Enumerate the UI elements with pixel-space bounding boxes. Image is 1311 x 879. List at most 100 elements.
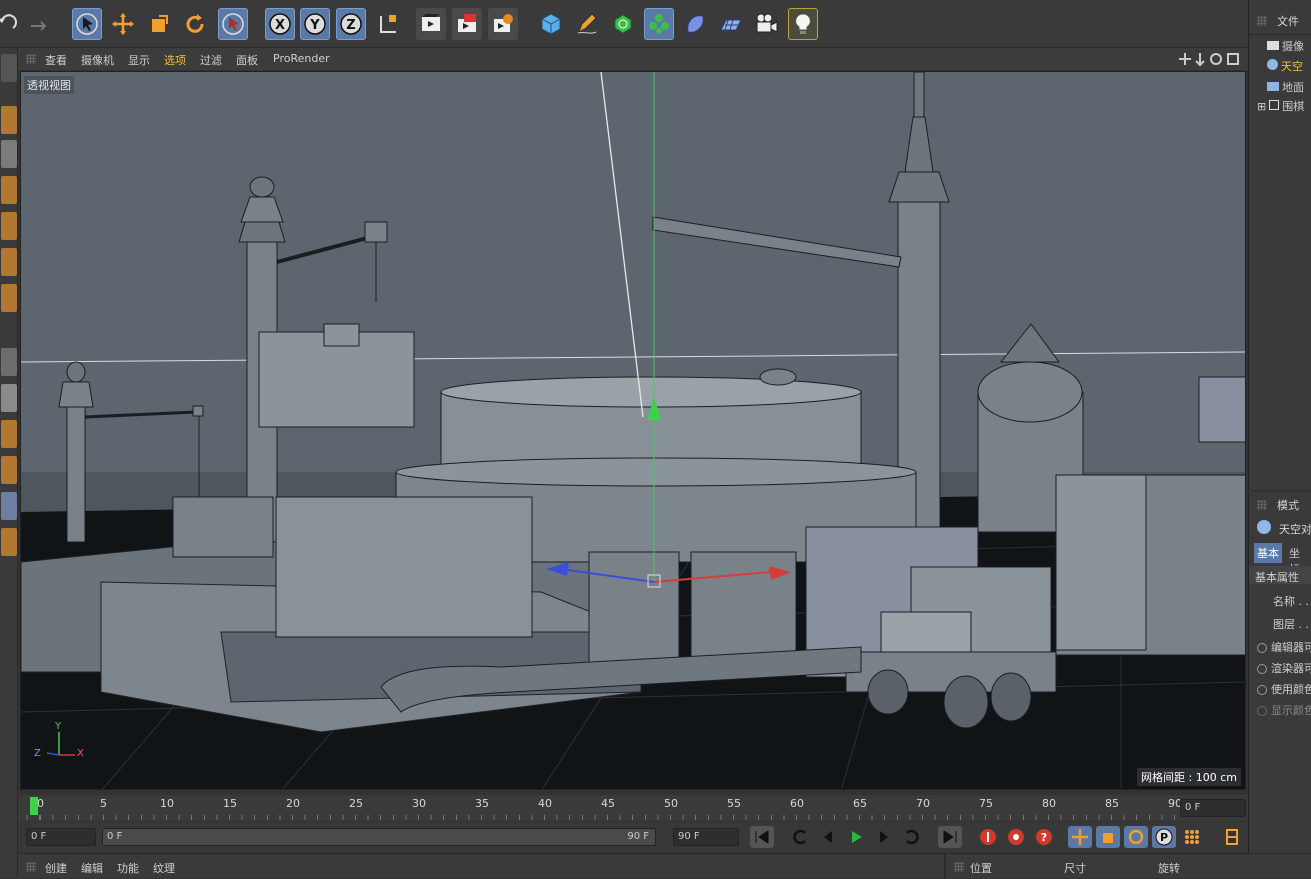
svg-text:X: X — [275, 18, 285, 33]
go-to-start-icon[interactable] — [750, 826, 774, 848]
mode-grip-icon[interactable] — [1, 54, 17, 82]
timeline-tick-label: 50 — [664, 797, 678, 810]
radio-icon[interactable] — [1257, 706, 1267, 716]
move-icon[interactable] — [108, 8, 138, 40]
render-view-icon[interactable] — [416, 8, 446, 40]
record-keys-icon[interactable] — [976, 826, 1000, 848]
current-frame-field[interactable]: 0 F — [1180, 799, 1246, 817]
camera-icon — [1267, 41, 1279, 50]
perspective-viewport[interactable]: Y Z X 透视视图 网格间距 : 100 cm — [20, 71, 1246, 790]
radio-icon[interactable] — [1257, 685, 1267, 695]
radio-icon[interactable] — [1257, 643, 1267, 653]
live-select-icon[interactable] — [72, 8, 102, 40]
menu-panel[interactable]: 面板 — [236, 52, 258, 68]
menu-create[interactable]: 创建 — [45, 860, 67, 876]
object-row-group[interactable]: ⊞ 围棋 — [1257, 98, 1304, 114]
texture-mode-icon[interactable] — [1, 140, 17, 168]
menu-view[interactable]: 查看 — [45, 52, 67, 68]
quantize-icon[interactable] — [1, 528, 17, 556]
next-key-icon[interactable] — [900, 826, 924, 848]
menu-edit[interactable]: 编辑 — [81, 860, 103, 876]
key-rotation-icon[interactable] — [1124, 826, 1148, 848]
workplane-icon[interactable] — [1, 420, 17, 448]
coord-rotation-header: 旋转 — [1158, 862, 1180, 875]
cube-icon[interactable] — [536, 8, 566, 40]
next-frame-icon[interactable] — [872, 826, 896, 848]
light-icon[interactable] — [788, 8, 818, 40]
edges-mode-icon[interactable] — [1, 212, 17, 240]
attr-editor-visible[interactable]: 编辑器可 — [1257, 639, 1311, 655]
keyframe-help-icon[interactable]: ? — [1032, 826, 1056, 848]
attr-name[interactable]: 名称 . . — [1273, 593, 1309, 609]
menu-camera[interactable]: 摄像机 — [81, 52, 114, 68]
axis-mode-icon[interactable] — [1, 284, 17, 312]
redo-icon[interactable] — [24, 8, 54, 40]
key-parameter-icon[interactable]: P — [1152, 826, 1176, 848]
render-settings-icon[interactable] — [488, 8, 518, 40]
timeline-tick-label: 75 — [979, 797, 993, 810]
timeline-ruler[interactable]: 0 5 10 15 20 25 30 35 40 45 50 55 60 65 70 75 80 85 90 0 F — [18, 795, 1248, 821]
x-axis-icon[interactable]: X — [265, 8, 295, 40]
menu-prorender[interactable]: ProRender — [273, 52, 330, 65]
points-mode-icon[interactable] — [1, 176, 17, 204]
object-row-floor[interactable]: 地面 — [1267, 79, 1304, 95]
z-axis-icon[interactable]: Z — [336, 8, 366, 40]
menu-options[interactable]: 选项 — [164, 52, 186, 68]
locked-workplane-icon[interactable] — [1, 456, 17, 484]
object-row-sky[interactable]: 天空 — [1267, 58, 1303, 74]
camera-icon[interactable] — [752, 8, 782, 40]
planar-workplane-icon[interactable] — [1, 492, 17, 520]
attr-display-color[interactable]: 显示颜色 — [1257, 702, 1311, 718]
cloner-icon[interactable] — [644, 8, 674, 40]
deformer-icon[interactable] — [680, 8, 710, 40]
key-pla-icon[interactable] — [1180, 826, 1204, 848]
grip-icon — [26, 862, 36, 872]
attr-render-visible[interactable]: 渲染器可 — [1257, 660, 1311, 676]
floor-icon[interactable] — [716, 8, 746, 40]
key-scale-icon[interactable] — [1096, 826, 1120, 848]
timeline-tick-label: 10 — [160, 797, 174, 810]
previous-frame-icon[interactable] — [816, 826, 840, 848]
snap-icon[interactable] — [1, 384, 17, 412]
object-row-camera[interactable]: 摄像 — [1267, 38, 1304, 54]
viewport-nav-icons[interactable] — [1178, 52, 1242, 66]
tab-basic[interactable]: 基本 — [1254, 543, 1282, 563]
menu-texture[interactable]: 纹理 — [153, 860, 175, 876]
coord-position-header: 位置 — [970, 862, 992, 875]
previous-key-icon[interactable] — [788, 826, 812, 848]
undo-icon[interactable] — [0, 8, 22, 40]
menu-file[interactable]: 文件 — [1277, 13, 1299, 29]
attr-use-color[interactable]: 使用颜色 — [1257, 681, 1311, 697]
menu-display[interactable]: 显示 — [128, 52, 150, 68]
coordinate-system-icon[interactable] — [373, 8, 403, 40]
timeline-tick-label: 25 — [349, 797, 363, 810]
scale-icon[interactable] — [144, 8, 174, 40]
axis-z-label: Z — [34, 748, 41, 759]
render-picture-queue-icon[interactable] — [452, 8, 482, 40]
menu-filter[interactable]: 过滤 — [200, 52, 222, 68]
radio-icon[interactable] — [1257, 664, 1267, 674]
last-tool-icon[interactable] — [218, 8, 248, 40]
menu-function[interactable]: 功能 — [117, 860, 139, 876]
grip-icon — [1257, 500, 1267, 510]
frame-range-slider[interactable]: 0 F 90 F — [102, 828, 656, 846]
polygons-mode-icon[interactable] — [1, 248, 17, 276]
timeline-tick-label: 30 — [412, 797, 426, 810]
end-frame-field[interactable]: 90 F — [673, 828, 739, 846]
rotate-icon[interactable] — [180, 8, 210, 40]
y-axis-icon[interactable]: Y — [300, 8, 330, 40]
play-icon[interactable] — [844, 826, 868, 848]
svg-text:Z: Z — [346, 18, 355, 33]
key-position-icon[interactable] — [1068, 826, 1092, 848]
tweak-mode-icon[interactable] — [1, 348, 17, 376]
subdivision-icon[interactable] — [608, 8, 638, 40]
autokey-icon[interactable] — [1004, 826, 1028, 848]
go-to-end-icon[interactable] — [938, 826, 962, 848]
attr-layer[interactable]: 图层 . . — [1273, 616, 1309, 632]
start-frame-field[interactable]: 0 F — [26, 828, 96, 846]
menu-mode[interactable]: 模式 — [1277, 497, 1299, 513]
pen-icon[interactable] — [572, 8, 602, 40]
timeline-window-icon[interactable] — [1220, 826, 1244, 848]
model-mode-icon[interactable] — [1, 106, 17, 134]
expand-icon[interactable]: ⊞ — [1257, 100, 1266, 113]
